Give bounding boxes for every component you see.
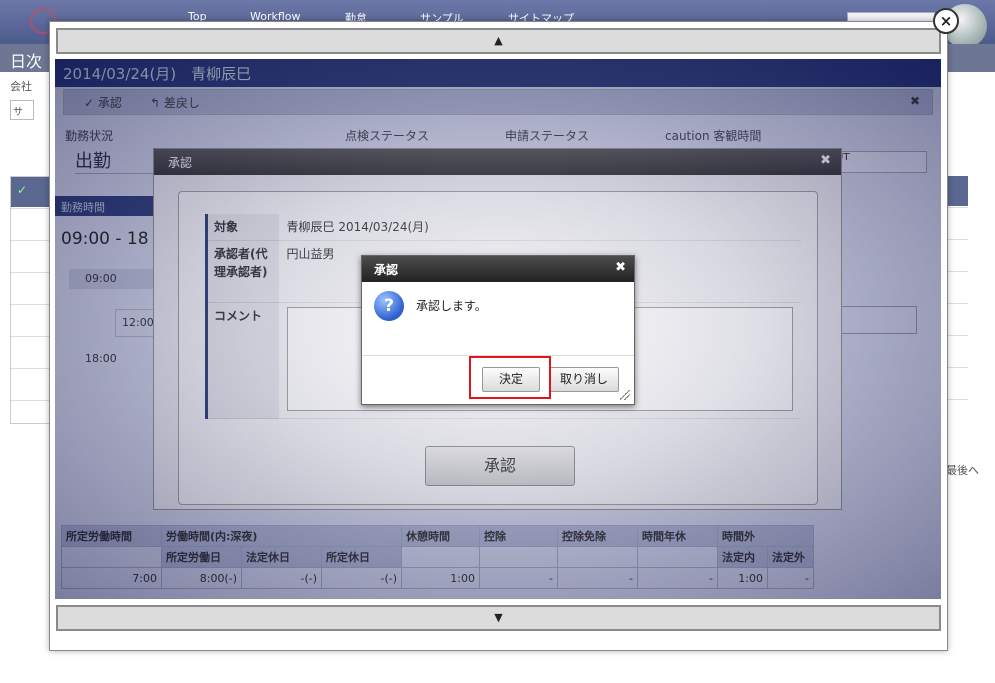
summary-cell: 7:00 — [61, 567, 162, 589]
detail-header: 2014/03/24(月) 青柳辰巳 — [55, 59, 941, 87]
check-status-label: 点検ステータス — [345, 129, 430, 143]
summary-cell: -(-) — [321, 567, 402, 589]
divider — [362, 355, 634, 356]
ok-button[interactable]: 決定 — [482, 367, 540, 392]
filter-panel: 会社 サ — [10, 78, 50, 120]
summary-subheader: 法定外 — [767, 546, 814, 568]
approver-label: 承認者(代理承認者) — [205, 240, 279, 303]
question-icon: ? — [374, 291, 404, 321]
company-select[interactable]: サ — [10, 100, 34, 120]
summary-cell: - — [479, 567, 558, 589]
close-dialog-icon[interactable]: × — [933, 8, 959, 34]
summary-subheader: 所定労働日 — [161, 546, 242, 568]
toolbar-close-icon[interactable]: ✖ — [910, 94, 920, 108]
side-box: UT — [835, 151, 927, 173]
summary-cell: -(-) — [241, 567, 322, 589]
scroll-down-button[interactable]: ▼ — [56, 605, 941, 631]
company-label: 会社 — [10, 80, 32, 93]
approval-dialog-header: 承認 ✖ — [154, 149, 841, 175]
target-value: 青柳辰巳 2014/03/24(月) — [278, 214, 801, 241]
apply-status-label: 申請ステータス — [505, 129, 590, 143]
background-grid: ✓ — [10, 176, 50, 424]
confirm-message: 承認します。 — [416, 299, 487, 313]
time-start: 09:00 — [69, 269, 159, 289]
summary-header: 控除 — [479, 525, 558, 547]
summary-cell: - — [637, 567, 718, 589]
summary-subheader: 法定内 — [717, 546, 768, 568]
last-page-link[interactable]: 最後へ — [946, 462, 979, 478]
detail-toolbar: ✓ 承認 ↰ 差戻し ✖ — [63, 89, 933, 115]
approval-close-icon[interactable]: ✖ — [820, 153, 831, 168]
check-icon: ✓ — [11, 177, 49, 207]
resize-handle[interactable] — [620, 390, 630, 400]
summary-cell: - — [767, 567, 814, 589]
confirm-close-icon[interactable]: ✖ — [615, 260, 626, 275]
time-end: 18:00 — [85, 352, 117, 365]
confirm-dialog: 承認 ✖ ? 承認します。 決定 取り消し — [361, 255, 635, 405]
approve-button[interactable]: 承認 — [425, 446, 575, 486]
right-input[interactable] — [837, 306, 917, 334]
work-time-range: 09:00 - 18 — [61, 229, 149, 249]
summary-header: 所定労働時間 — [61, 525, 162, 547]
scroll-up-button[interactable]: ▲ — [56, 28, 941, 54]
approve-toolbar-button[interactable]: ✓ 承認 — [84, 94, 122, 111]
background-grid-right — [948, 176, 968, 424]
summary-cell: 1:00 — [401, 567, 480, 589]
summary-cell: - — [557, 567, 638, 589]
summary-cell: 1:00 — [717, 567, 768, 589]
summary-cell: 8:00(-) — [161, 567, 242, 589]
summary-header: 休憩時間 — [401, 525, 480, 547]
summary-subheader: 法定休日 — [241, 546, 322, 568]
summary-subheader: 所定休日 — [321, 546, 402, 568]
approval-dialog-title: 承認 — [168, 156, 193, 170]
confirm-dialog-header: 承認 ✖ — [362, 256, 634, 282]
cancel-button[interactable]: 取り消し — [549, 367, 619, 392]
caution-label: caution 客観時間 — [665, 129, 762, 143]
summary-header: 時間外 — [717, 525, 814, 547]
summary-table: 所定労働時間 労働時間(内:深夜) 休憩時間 控除 控除免除 時間年休 時間外 … — [61, 525, 814, 589]
work-time-label: 勤務時間 — [55, 196, 155, 216]
comment-label: コメント — [205, 302, 279, 419]
summary-header: 時間年休 — [637, 525, 718, 547]
target-label: 対象 — [205, 214, 279, 241]
return-toolbar-button[interactable]: ↰ 差戻し — [150, 94, 200, 111]
summary-header: 控除免除 — [557, 525, 638, 547]
summary-header: 労働時間(内:深夜) — [161, 525, 402, 547]
work-status-label: 勤務状況 — [65, 129, 114, 143]
confirm-dialog-title: 承認 — [374, 263, 399, 277]
